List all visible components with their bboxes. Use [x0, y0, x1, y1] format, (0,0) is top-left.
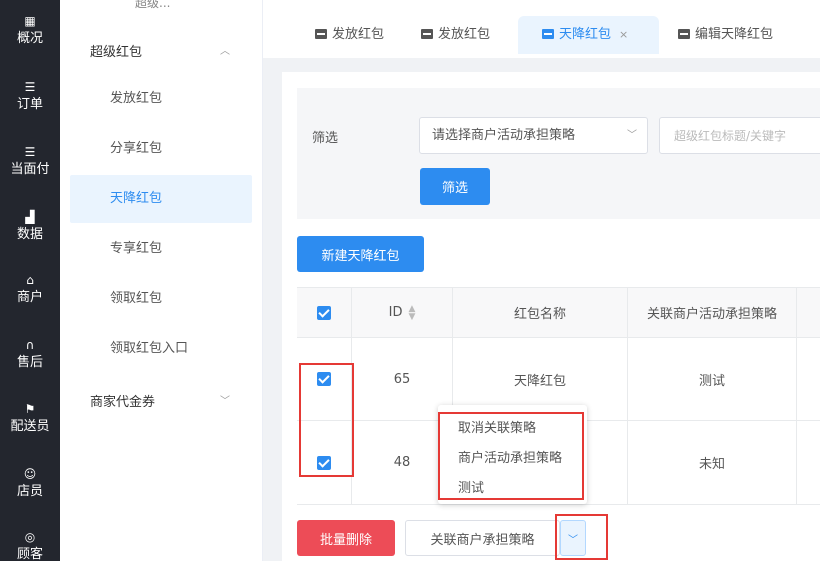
cell-extra — [797, 338, 820, 420]
tab-sky-drop[interactable]: 天降红包 × — [518, 16, 659, 54]
header-name: 红包名称 — [453, 288, 628, 337]
folder-icon — [678, 29, 690, 39]
sidebar-top-label: 超级... — [135, 0, 171, 10]
sidebar-item-exclusive[interactable]: 专享红包 — [70, 225, 252, 273]
cell-strategy: 测试 — [628, 338, 797, 420]
folder-icon — [421, 29, 433, 39]
filter-label: 筛选 — [312, 131, 339, 146]
sidebar-item-claim-entry[interactable]: 领取红包入口 — [70, 325, 252, 373]
headset-icon: ∩ — [25, 338, 35, 352]
rail-label: 概况 — [16, 31, 43, 46]
rail-label: 数据 — [16, 227, 43, 242]
dropdown-item-test[interactable]: 测试 — [458, 477, 484, 496]
tab-label: 发放红包 — [438, 27, 491, 42]
rail-item-customer[interactable]: ◎ 顾客 — [0, 530, 60, 561]
sidebar-group-super-redpacket[interactable]: 超级红包 — [90, 41, 142, 60]
header-checkbox-cell — [297, 288, 352, 337]
sidebar-item-sky-drop[interactable]: 天降红包 — [70, 175, 252, 223]
customer-icon: ◎ — [24, 530, 36, 544]
header-id[interactable]: ID ▲ ▼ — [352, 288, 453, 337]
rail-label: 顾客 — [16, 547, 43, 561]
chevron-down-icon[interactable]: ﹀ — [220, 392, 230, 407]
rail-item-face-pay[interactable]: ☰ 当面付 — [0, 145, 60, 179]
sub-sidebar: 超级... 超级红包 ︿ 发放红包 分享红包 天降红包 专享红包 领取红包 领取… — [60, 0, 263, 561]
dropdown-item-unlink[interactable]: 取消关联策略 — [458, 417, 536, 436]
rail-label: 当面付 — [10, 162, 50, 177]
rail-item-data[interactable]: ▟ 数据 — [0, 210, 60, 244]
header-extra — [797, 288, 820, 337]
staff-icon: ☺ — [23, 467, 37, 481]
header-id-label: ID — [388, 305, 403, 320]
sidebar-item-share[interactable]: 分享红包 — [70, 125, 252, 173]
rail-item-merchant[interactable]: ⌂ 商户 — [0, 273, 60, 307]
store-icon: ⌂ — [26, 273, 34, 287]
tab-edit-sky-drop[interactable]: 编辑天降红包 — [668, 16, 783, 54]
list-icon: ☰ — [24, 145, 36, 159]
folder-icon — [315, 29, 327, 39]
tab-label: 发放红包 — [332, 27, 385, 42]
rail-item-courier[interactable]: ⚑ 配送员 — [0, 402, 60, 436]
tab-issue-2[interactable]: 发放红包 — [411, 16, 500, 54]
tabs-bar: 发放红包 发放红包 天降红包 × 编辑天降红包 — [263, 0, 820, 58]
strategy-select-value: 请选择商户活动承担策略 — [432, 128, 576, 143]
sort-icon[interactable]: ▲ ▼ — [408, 304, 415, 321]
rail-item-after-sales[interactable]: ∩ 售后 — [0, 338, 60, 372]
row-checkbox[interactable] — [317, 372, 331, 386]
dashboard-icon: ▦ — [24, 14, 36, 28]
batch-delete-button[interactable]: 批量删除 — [297, 520, 395, 556]
main-nav-rail: ▦ 概况 ☰ 订单 ☰ 当面付 ▟ 数据 ⌂ 商户 ∩ 售后 ⚑ 配送员 ☺ 店… — [0, 0, 60, 561]
rail-item-staff[interactable]: ☺ 店员 — [0, 467, 60, 501]
rail-label: 商户 — [16, 290, 43, 305]
close-icon[interactable]: × — [619, 28, 628, 41]
chevron-down-icon: ﹀ — [627, 130, 637, 141]
folder-icon — [542, 29, 554, 39]
tab-label: 天降红包 — [559, 27, 612, 42]
link-strategy-button[interactable]: 关联商户承担策略 — [405, 520, 560, 556]
sidebar-item-claim[interactable]: 领取红包 — [70, 275, 252, 323]
row-checkbox[interactable] — [317, 455, 331, 470]
cell-strategy: 未知 — [628, 421, 797, 504]
rail-label: 订单 — [16, 97, 43, 112]
tab-label: 编辑天降红包 — [695, 27, 774, 42]
delivery-icon: ⚑ — [24, 402, 36, 416]
list-icon: ☰ — [24, 80, 36, 94]
cell-extra — [797, 421, 820, 504]
rail-item-overview[interactable]: ▦ 概况 — [0, 14, 60, 48]
tab-issue-1[interactable]: 发放红包 — [305, 16, 394, 54]
row-checkbox-cell — [297, 421, 352, 504]
rail-label: 配送员 — [10, 419, 50, 434]
new-sky-drop-button[interactable]: 新建天降红包 — [297, 236, 424, 272]
rail-label: 售后 — [16, 355, 43, 370]
sidebar-group-vouchers[interactable]: 商家代金券 — [90, 391, 155, 410]
rail-label: 店员 — [16, 484, 43, 499]
sidebar-item-issue[interactable]: 发放红包 — [70, 75, 252, 123]
rail-item-orders[interactable]: ☰ 订单 — [0, 80, 60, 114]
bar-chart-icon: ▟ — [25, 210, 35, 224]
strategy-select[interactable]: 请选择商户活动承担策略 ﹀ — [419, 117, 648, 154]
table-header: ID ▲ ▼ 红包名称 关联商户活动承担策略 — [297, 287, 820, 338]
filter-button[interactable]: 筛选 — [420, 168, 490, 205]
header-strategy: 关联商户活动承担策略 — [628, 288, 797, 337]
strategy-dropdown-menu: 取消关联策略 商户活动承担策略 测试 — [438, 405, 587, 504]
keyword-input[interactable] — [659, 117, 820, 154]
chevron-down-icon[interactable]: ﹀ — [560, 520, 586, 556]
dropdown-item-merchant-strategy[interactable]: 商户活动承担策略 — [458, 447, 562, 466]
row-checkbox-cell — [297, 338, 352, 420]
chevron-up-icon[interactable]: ︿ — [220, 42, 230, 57]
select-all-checkbox[interactable] — [317, 305, 331, 320]
